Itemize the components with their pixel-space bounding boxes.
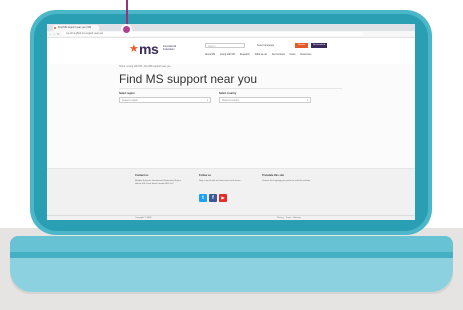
favicon-icon [54, 27, 56, 29]
reload-icon[interactable]: ↻ [57, 32, 60, 36]
footer-bottom-bar: Copyright © MSIF Privacy · Terms · Sitem… [47, 215, 415, 220]
browser-tab-bar: Find MS support near you | MS [47, 24, 415, 31]
page-title: Find MS support near you [119, 72, 258, 86]
get-involved-button[interactable]: Get involved [311, 43, 327, 48]
logo-subtitle: International Federation [163, 45, 177, 51]
region-select[interactable]: Select a region ▾ [119, 97, 211, 103]
footer-follow-text: Stay in touch with our latest news and s… [199, 180, 241, 182]
twitter-icon[interactable]: t [199, 194, 207, 202]
facebook-icon[interactable]: f [209, 194, 217, 202]
footer-links[interactable]: Privacy · Terms · Sitemap [277, 217, 301, 219]
search-input[interactable]: Search [205, 43, 245, 48]
callout-dot-icon [121, 24, 132, 35]
nav-item[interactable]: Get involved [272, 54, 285, 56]
footer-translate-text: Choose the language you prefer to read t… [262, 180, 311, 182]
main-nav: About MS Living with MS Research What we… [205, 54, 311, 56]
laptop-base-edge [10, 252, 453, 258]
back-icon[interactable]: ← [49, 32, 52, 36]
site-header: ★ ms International Federation Search Sel… [47, 38, 415, 64]
nav-item[interactable]: Resources [300, 54, 311, 56]
country-select[interactable]: Select a country ▾ [219, 97, 311, 103]
breadcrumb[interactable]: Home › Living with MS › Find MS support … [119, 66, 170, 68]
browser-toolbar: ← → ↻ ms-intl.org/find-ms-support-near-y… [47, 31, 415, 38]
footer-follow-title: Follow us [199, 174, 211, 177]
tab-title: Find MS support near you | MS [58, 26, 92, 29]
country-select-value: Select a country [222, 99, 240, 102]
region-select-value: Select a region [122, 99, 138, 102]
laptop-screen: Find MS support near you | MS ← → ↻ ms-i… [47, 24, 415, 220]
site-footer: Contact us Multiple Sclerosis Internatio… [47, 168, 415, 220]
footer-translate-title: Translate this site [262, 174, 284, 177]
laptop-base [10, 254, 453, 292]
youtube-icon[interactable]: ▶ [219, 194, 227, 202]
nav-item[interactable]: Research [240, 54, 250, 56]
region-label: Select region [119, 92, 135, 95]
address-bar[interactable]: ms-intl.org/find-ms-support-near-you [63, 32, 363, 36]
nav-item[interactable]: About MS [205, 54, 215, 56]
forward-icon[interactable]: → [53, 32, 56, 36]
footer-contact-text: Multiple Sclerosis International Federat… [135, 180, 181, 185]
donate-button[interactable]: Donate [295, 43, 308, 48]
copyright-text: Copyright © MSIF [135, 217, 152, 219]
footer-contact-title: Contact us [135, 174, 149, 177]
chevron-down-icon: ▾ [206, 99, 208, 102]
language-select[interactable]: Select language [257, 44, 274, 47]
chevron-down-icon: ▾ [306, 99, 308, 102]
logo[interactable]: ms [139, 42, 159, 56]
country-label: Select country [219, 92, 237, 95]
divider [119, 88, 342, 89]
nav-item[interactable]: What we do [255, 54, 267, 56]
nav-item[interactable]: Living with MS [220, 54, 235, 56]
nav-item[interactable]: News [290, 54, 296, 56]
